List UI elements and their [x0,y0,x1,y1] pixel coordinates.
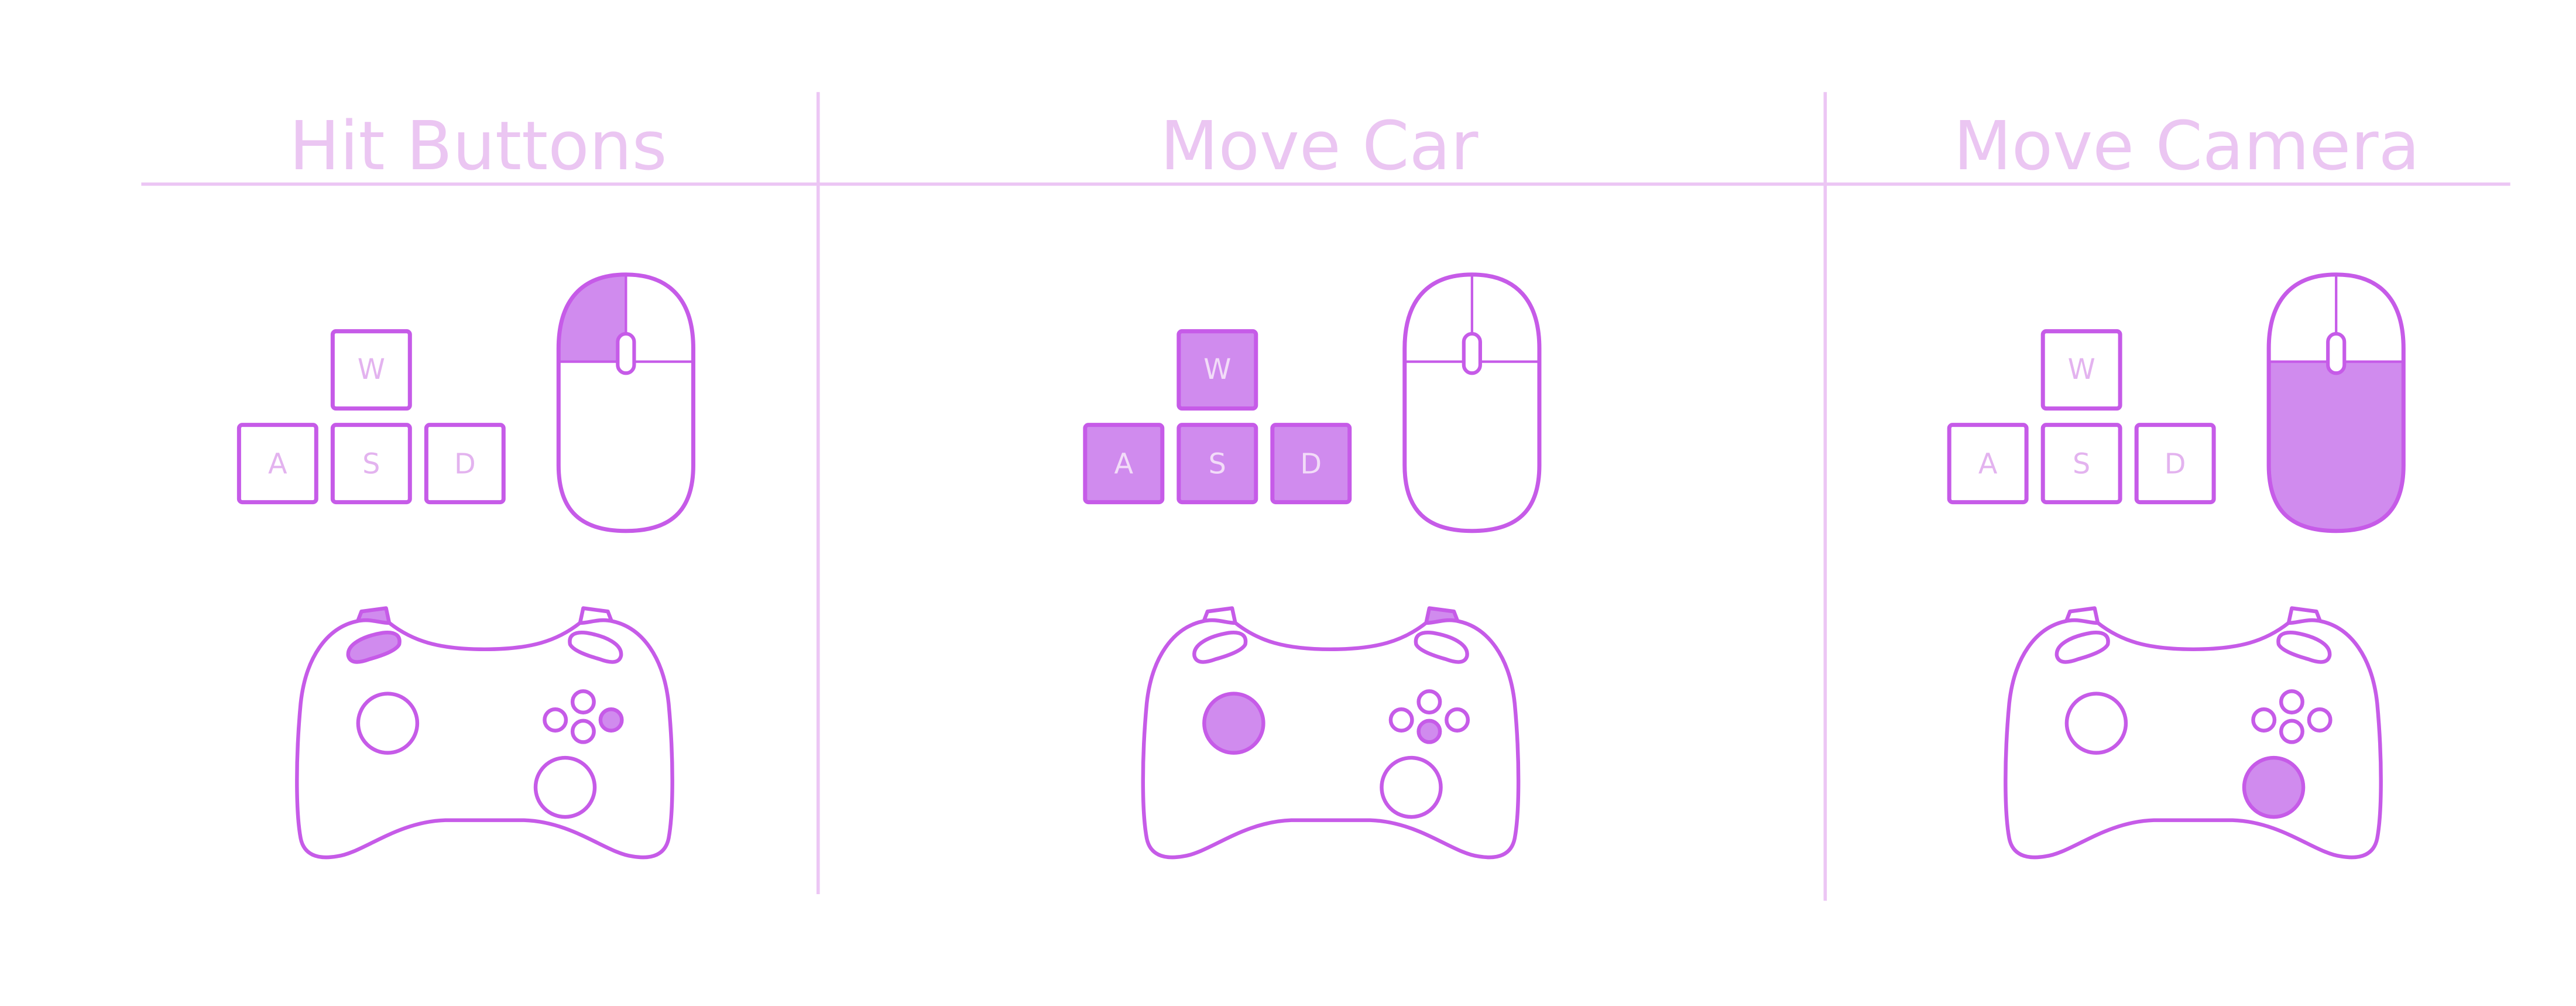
face-button-left [2251,707,2277,733]
face-button-left [543,707,568,733]
svg-text:A: A [268,448,287,480]
svg-text:D: D [2165,448,2186,480]
key-s: S [2040,423,2122,505]
key-a: A [1083,423,1165,505]
panel-title: Move Camera [1953,107,2420,186]
face-button-bottom [1416,718,1442,744]
panel-hit-buttons: W A S D [236,272,695,860]
key-a: A [236,423,318,505]
key-w: W [1176,329,1258,411]
key-s: S [330,423,412,505]
svg-text:A: A [1978,448,1998,480]
gamepad-icon [1141,606,1521,860]
right-stick [1380,755,1443,819]
key-s: S [1176,423,1258,505]
svg-text:D: D [454,448,476,480]
face-button-bottom [570,718,596,744]
gamepad-icon [295,606,674,860]
key-d: D [2134,423,2216,505]
svg-text:S: S [1209,448,1226,480]
face-button-bottom [2279,718,2304,744]
face-button-right [598,707,624,733]
panel-title: Hit Buttons [289,107,667,186]
key-d: D [1270,423,1352,505]
left-stick [2064,692,2128,755]
face-button-right [1445,707,1470,733]
left-stick [1202,692,1265,755]
key-w: W [330,329,412,411]
panel-move-car: W A S D [1083,272,1542,860]
face-button-top [1416,689,1442,715]
key-w: W [2040,329,2122,411]
right-stick [533,755,597,819]
face-button-left [1388,707,1414,733]
right-stick [2242,755,2306,819]
svg-text:A: A [1114,448,1134,480]
keyboard-wasd-icon: W A S D [236,329,506,505]
mouse-icon [2266,272,2406,533]
svg-text:W: W [2068,354,2095,386]
controls-diagram: Hit Buttons Move Car Move Camera W A S D [141,92,2510,901]
panel-title: Move Car [1160,107,1479,186]
panel-move-camera: W A S D [1947,272,2406,860]
svg-text:W: W [358,354,385,386]
key-d: D [424,423,506,505]
face-button-right [2307,707,2333,733]
face-button-top [2279,689,2304,715]
svg-text:S: S [362,448,380,480]
key-a: A [1947,423,2029,505]
mouse-icon [556,272,695,533]
keyboard-wasd-icon: W A S D [1947,329,2216,505]
keyboard-wasd-icon: W A S D [1083,329,1352,505]
mouse-icon [1402,272,1542,533]
left-stick [356,692,420,755]
svg-text:W: W [1203,354,1231,386]
svg-text:D: D [1300,448,1322,480]
face-button-top [570,689,596,715]
svg-text:S: S [2073,448,2090,480]
gamepad-icon [2004,606,2383,860]
